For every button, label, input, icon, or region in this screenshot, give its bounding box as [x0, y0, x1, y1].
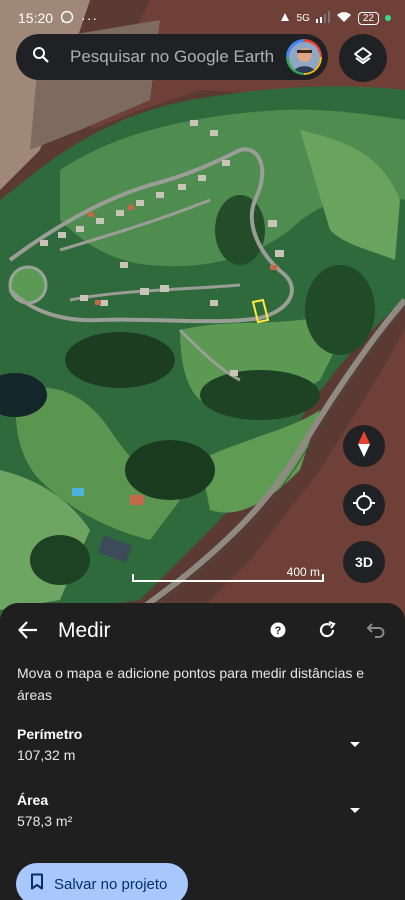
- alarm-icon: [279, 11, 291, 26]
- scale-tick-right: [322, 574, 324, 582]
- redo-button[interactable]: [314, 619, 340, 645]
- help-icon: ?: [270, 622, 286, 643]
- area-dropdown-icon[interactable]: [346, 803, 364, 817]
- measure-instructions: Mova o mapa e adicione pontos para medir…: [17, 665, 365, 703]
- save-to-project-button[interactable]: Salvar no projeto: [16, 863, 188, 900]
- crosshair-icon: [353, 491, 375, 519]
- compass-icon: [356, 430, 372, 462]
- battery-indicator: 22: [357, 11, 379, 25]
- layers-icon: [353, 46, 373, 71]
- panel-title: Medir: [58, 619, 111, 642]
- help-button[interactable]: ?: [266, 620, 290, 644]
- measure-panel: Medir ? Mova o mapa e adicione pontos pa…: [0, 603, 405, 900]
- area-value: 578,3 m²: [17, 813, 73, 829]
- perimeter-value: 107,32 m: [17, 747, 76, 763]
- area-row[interactable]: Área 578,3 m²: [0, 789, 405, 837]
- scale-label: 400 m: [286, 565, 320, 579]
- whatsapp-icon: [60, 10, 74, 27]
- perimeter-label: Perímetro: [17, 726, 83, 742]
- satellite-map[interactable]: [0, 0, 405, 620]
- perimeter-row[interactable]: Perímetro 107,32 m: [0, 723, 405, 771]
- my-location-button[interactable]: [343, 484, 385, 526]
- toggle-3d-button[interactable]: 3D: [343, 541, 385, 583]
- search-bar[interactable]: Pesquisar no Google Earth: [16, 34, 328, 80]
- back-button[interactable]: [14, 618, 42, 646]
- scale-tick-left: [132, 574, 134, 582]
- network-type-label: 5G: [296, 12, 310, 24]
- save-button-label: Salvar no projeto: [54, 875, 168, 893]
- area-label: Área: [17, 792, 49, 808]
- privacy-dot: [385, 15, 391, 21]
- map-scale-bar: 400 m: [132, 562, 324, 584]
- layers-button[interactable]: [339, 34, 387, 82]
- bookmark-icon: [30, 873, 44, 895]
- arrow-back-icon: [17, 620, 38, 644]
- status-bar: 15:20 ··· 5G 22: [0, 0, 405, 36]
- svg-text:?: ?: [275, 625, 282, 637]
- signal-icon: [315, 10, 330, 26]
- refresh-icon: [317, 620, 337, 645]
- avatar-photo: [288, 41, 320, 73]
- scale-line: [132, 580, 324, 582]
- perimeter-dropdown-icon[interactable]: [346, 737, 364, 751]
- compass-button[interactable]: [343, 425, 385, 467]
- more-notifications-icon: ···: [81, 10, 99, 26]
- wifi-icon: [336, 11, 352, 26]
- search-icon: [32, 46, 50, 69]
- map-imagery: [0, 0, 405, 620]
- status-time: 15:20: [18, 10, 54, 26]
- undo-button[interactable]: [363, 619, 389, 645]
- undo-icon: [366, 622, 385, 643]
- account-avatar[interactable]: [286, 39, 322, 75]
- search-input[interactable]: Pesquisar no Google Earth: [70, 47, 274, 67]
